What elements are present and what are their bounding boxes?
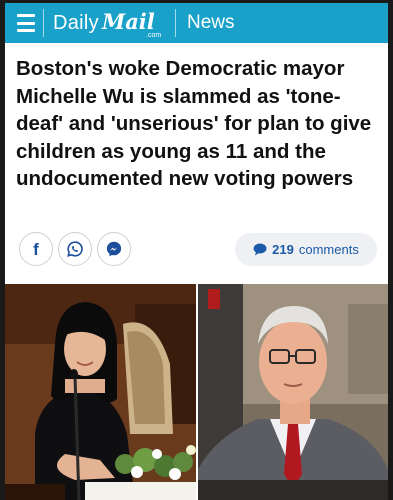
photo-man-in-glasses[interactable]: [198, 284, 388, 500]
site-logo[interactable]: Daily Mail .com: [53, 9, 161, 39]
svg-text:f: f: [33, 240, 39, 258]
whatsapp-share-button[interactable]: [58, 232, 92, 266]
comments-label: comments: [298, 242, 359, 257]
article-photos: [5, 284, 388, 500]
section-label[interactable]: News: [187, 12, 235, 34]
facebook-share-button[interactable]: f: [19, 232, 53, 266]
header-divider: [175, 9, 176, 37]
messenger-share-button[interactable]: [97, 232, 131, 266]
menu-icon[interactable]: [17, 14, 35, 32]
article-page: Daily Mail .com News Boston's woke Democ…: [5, 3, 388, 500]
speech-bubble-icon: [253, 243, 267, 256]
article-headline: Boston's woke Democratic mayor Michelle …: [16, 57, 372, 191]
comments-button[interactable]: 219 comments: [235, 233, 377, 266]
photo-woman-at-microphone[interactable]: [5, 284, 196, 500]
facebook-icon: f: [33, 240, 39, 258]
header-divider: [43, 9, 44, 37]
messenger-icon: [106, 241, 122, 257]
comments-count: 219: [272, 242, 294, 257]
site-header: Daily Mail .com News: [5, 3, 388, 43]
whatsapp-icon: [67, 241, 83, 257]
